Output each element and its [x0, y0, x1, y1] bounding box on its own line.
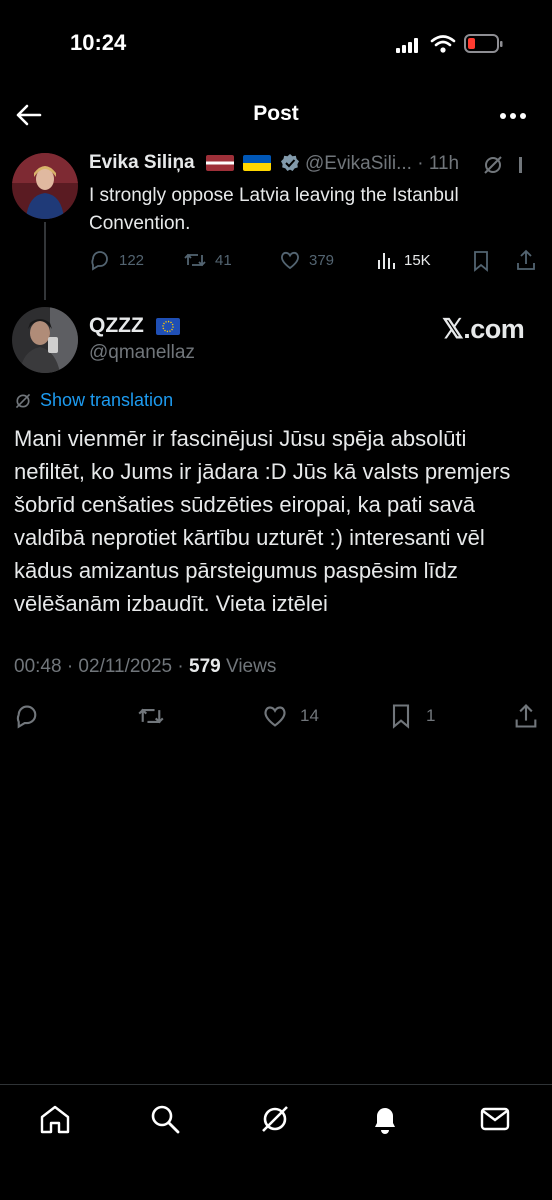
repost-icon [184, 253, 206, 267]
heart-icon [281, 251, 299, 270]
bookmark-icon[interactable] [470, 249, 492, 273]
ukraine-flag-icon [243, 154, 272, 171]
parent-repost-count: 41 [215, 251, 232, 269]
page-title: Post [253, 102, 299, 125]
share-button[interactable] [512, 702, 540, 730]
show-translation-label: Show translation [40, 390, 174, 410]
parent-author-name-text: Evika Siliņa [89, 152, 195, 173]
latvia-flag-icon [205, 154, 234, 171]
x-com-watermark: 𝕏.com [442, 314, 525, 344]
reply-button[interactable] [14, 702, 40, 730]
wifi-icon [430, 35, 456, 53]
notifications-bell-icon[interactable] [368, 1102, 402, 1136]
share-icon[interactable] [514, 248, 538, 272]
main-tweet-text: Mani vienmēr ir fascinējusi Jūsu spēja a… [14, 426, 511, 616]
messages-envelope-icon[interactable] [478, 1102, 512, 1136]
like-count: 14 [300, 706, 319, 725]
search-icon[interactable] [148, 1102, 182, 1136]
parent-author-handle[interactable]: @EvikaSili... [305, 153, 412, 174]
reply-icon [91, 251, 108, 271]
main-author-handle[interactable]: @qmanellaz [89, 342, 195, 364]
tweet-meta: 00:48 · 02/11/2025 · 579 Views [14, 656, 276, 678]
thread-line [44, 222, 46, 300]
parent-reply-count: 122 [119, 251, 145, 269]
main-author-name[interactable]: QZZZ [89, 314, 180, 338]
parent-tweet-meta: @EvikaSili... · 11h [305, 153, 459, 175]
repost-button[interactable] [136, 702, 166, 730]
parent-tweet-time[interactable]: 11h [429, 153, 459, 174]
parent-like-button[interactable]: 379 [279, 248, 334, 272]
main-author-name-text: QZZZ [89, 314, 144, 337]
parent-repost-button[interactable]: 41 [183, 248, 232, 272]
meta-separator: · [417, 153, 424, 174]
status-time: 10:24 [70, 30, 127, 55]
parent-more-icon[interactable] [516, 154, 526, 176]
parent-tweet-text: I strongly oppose Latvia leaving the Ist… [89, 185, 459, 234]
eu-flag-icon [155, 317, 180, 335]
battery-low-icon [464, 34, 503, 53]
parent-like-count: 379 [309, 251, 335, 269]
main-author-avatar[interactable] [12, 307, 78, 373]
bookmark-icon [392, 704, 410, 729]
views-chart-icon [378, 253, 395, 269]
share-icon [515, 704, 537, 728]
bookmark-count: 1 [426, 706, 436, 725]
views-count: 579 [189, 656, 221, 677]
parent-reply-button[interactable]: 122 [89, 248, 144, 272]
parent-author-name[interactable]: Evika Siliņa [89, 152, 300, 174]
parent-author-avatar[interactable] [12, 153, 78, 219]
tweet-date-time: 00:48 · 02/11/2025 · [14, 656, 184, 677]
like-button[interactable]: 14 [262, 702, 319, 730]
show-translation-link[interactable]: Show translation [14, 390, 173, 411]
home-icon[interactable] [38, 1102, 72, 1136]
views-label[interactable]: Views [226, 656, 276, 677]
verified-badge-icon [281, 153, 300, 171]
bottom-nav-divider [0, 1084, 552, 1085]
more-options-icon[interactable] [496, 104, 530, 128]
grok-icon[interactable] [482, 154, 504, 176]
grok-icon [15, 393, 31, 408]
heart-icon [264, 706, 286, 727]
repost-icon [138, 708, 164, 724]
cellular-signal-icon [396, 38, 420, 53]
grok-icon[interactable] [258, 1102, 292, 1136]
bookmark-button[interactable]: 1 [388, 702, 435, 730]
reply-icon [16, 705, 37, 729]
parent-views-button[interactable]: 15K [376, 248, 431, 272]
parent-views-count: 15K [404, 251, 431, 269]
